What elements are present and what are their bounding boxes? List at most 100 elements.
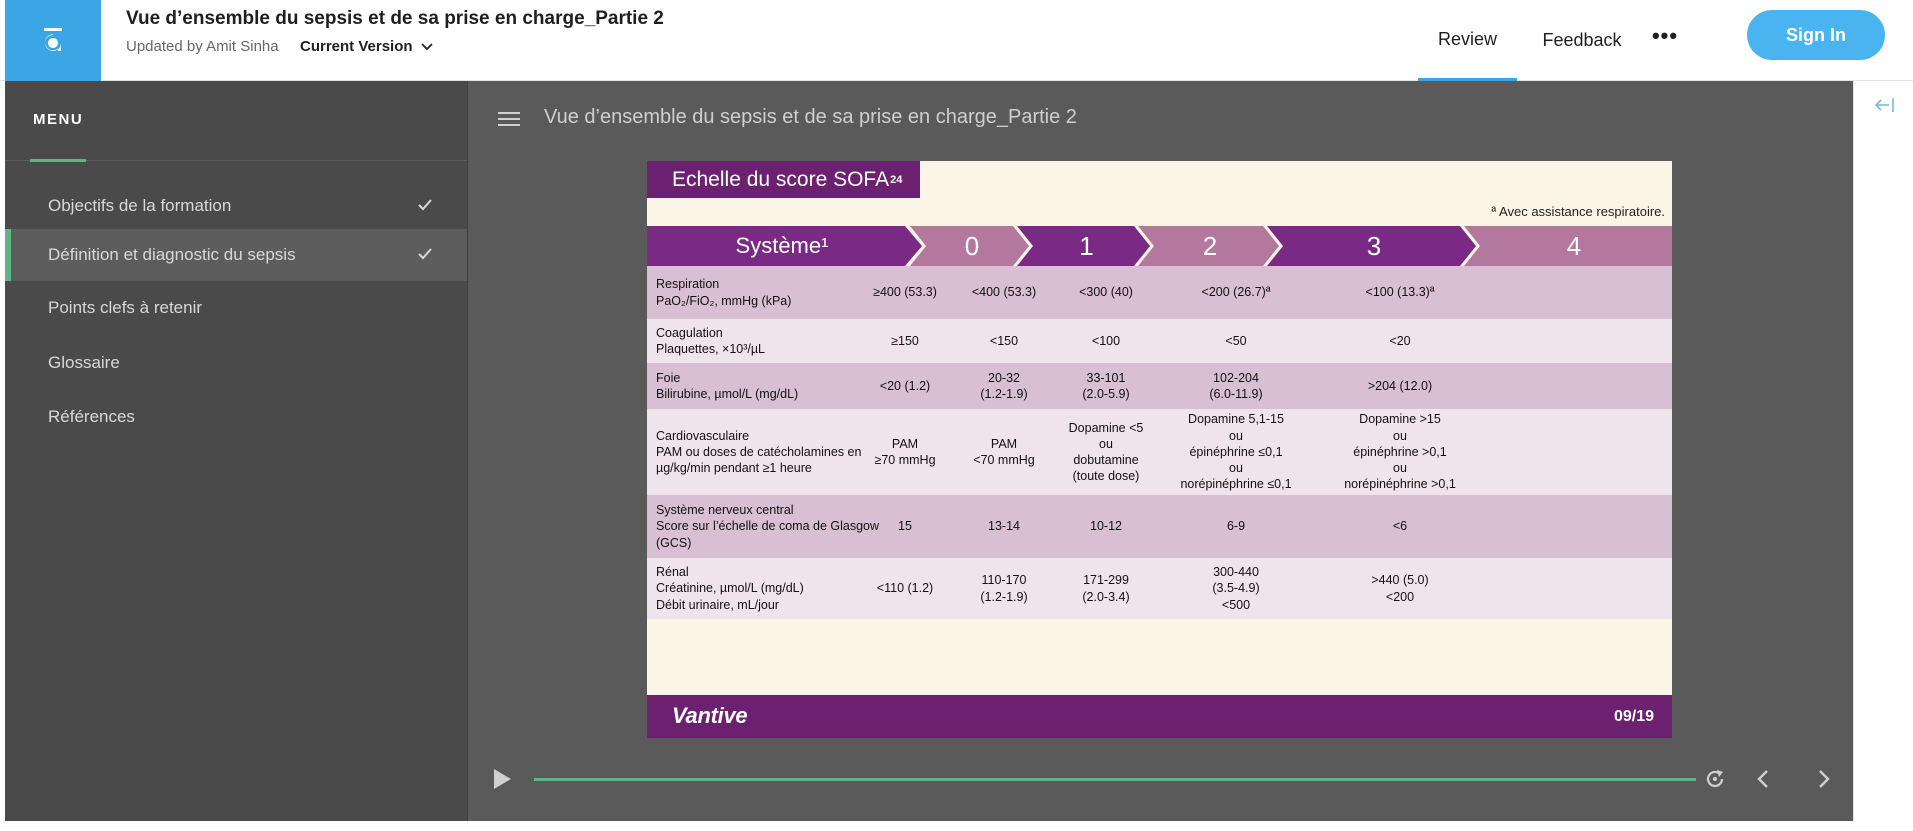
row-header: Cardiovasculaire PAM ou doses de catéchol…	[656, 428, 896, 477]
slide-title: Echelle du score SOFA 24	[647, 161, 920, 198]
table-cell-line: (toute dose)	[1072, 469, 1140, 484]
version-dropdown[interactable]: Current Version	[300, 38, 433, 55]
sidebar-item-points-clefs[interactable]: Points clefs à retenir	[5, 282, 467, 334]
table-row: Foie Bilirubine, µmol/L (mg/dL) <20 (1.2) 2…	[647, 363, 1672, 409]
table-cell-line: ou	[1099, 436, 1113, 451]
chevron-left-icon[interactable]	[1752, 767, 1776, 791]
col-header-0: 0	[964, 230, 980, 261]
bottom-strip	[0, 821, 1913, 831]
table-cell: <100 (13.3)ª	[1366, 284, 1435, 300]
top-header: Vue d’ensemble du sepsis et de sa prise …	[0, 0, 1913, 81]
checkmark-icon	[418, 199, 432, 211]
table-cell: <150	[990, 333, 1018, 349]
row-header-line: Coagulation	[656, 325, 723, 340]
table-cell-line: <500	[1221, 597, 1251, 612]
menu-header: MENU	[5, 81, 467, 162]
table-cell: <20	[1389, 333, 1410, 349]
table-cell-line: 110-170	[981, 573, 1027, 588]
table-cell-line: Dopamine >15	[1359, 412, 1441, 427]
table-cell: <110 (1.2)	[877, 580, 933, 596]
table-cell-line: Dopamine 5,1-15	[1188, 412, 1284, 427]
slide-title-text: Echelle du score SOFA	[672, 167, 890, 191]
table-row: Coagulation Plaquettes, ×10³/µL ≥150 <150 <1…	[647, 319, 1672, 363]
table-row: Cardiovasculaire PAM ou doses de catéchol…	[647, 409, 1672, 495]
app-logo[interactable]	[5, 0, 101, 81]
collapse-panel-icon[interactable]	[1872, 93, 1896, 117]
replay-icon[interactable]	[1703, 767, 1727, 791]
row-header-line: Rénal	[656, 565, 689, 580]
feedback-tab[interactable]: Feedback	[1527, 0, 1637, 81]
row-header-line: (GCS)	[656, 535, 692, 550]
table-cell: 6-9	[1227, 518, 1245, 534]
table-cell-line: <300 (40)	[1079, 285, 1133, 300]
lesson-title: Vue d’ensemble du sepsis et de sa prise …	[544, 106, 1077, 128]
sidebar-item-label: Objectifs de la formation	[48, 196, 232, 215]
checkmark-icon	[418, 248, 432, 260]
table-cell-line: <20	[1389, 333, 1411, 348]
table-cell-line: <100 (13.3)ª	[1365, 285, 1435, 300]
app-logo-icon	[44, 27, 62, 51]
table-cell-line: Dopamine <5	[1068, 420, 1144, 435]
table-cell-line: <200 (26.7)ª	[1201, 285, 1271, 300]
lesson-viewer: Vue d’ensemble du sepsis et de sa prise …	[468, 81, 1853, 821]
table-cell: ≥400 (53.3)	[873, 284, 937, 300]
table-cell-line: ou	[1229, 461, 1243, 476]
version-label: Current Version	[300, 38, 413, 55]
table-cell-line: 10-12	[1090, 519, 1122, 534]
row-header-line: µg/kg/min pendant ≥1 heure	[656, 461, 812, 476]
hamburger-menu-icon[interactable]	[498, 111, 520, 127]
sidebar-item-references[interactable]: Références	[5, 391, 467, 443]
sidebar-item-label: Points clefs à retenir	[48, 298, 203, 317]
table-cell-line: (1.2-1.9)	[980, 589, 1028, 604]
table-cell-line: <20 (1.2)	[879, 378, 931, 393]
table-cell: Dopamine 5,1-15 ou épinéphrine ≤0,1 ou norép…	[1180, 411, 1291, 492]
table-cell-line: <100	[1091, 333, 1121, 348]
table-cell-line: >440 (5.0)	[1371, 573, 1429, 588]
table-cell: 10-12	[1090, 518, 1122, 534]
table-cell: ≥150	[891, 333, 919, 349]
table-cell-line: 171-299	[1083, 573, 1129, 588]
table-cell: Dopamine <5 ou dobutamine (toute dose)	[1069, 420, 1144, 485]
table-cell: PAM ≥70 mmHg	[874, 436, 935, 469]
slide-footnote: ª Avec assistance respiratoire.	[1491, 204, 1665, 219]
table-cell: 13-14	[988, 518, 1020, 534]
table-cell-line: (2.0-3.4)	[1082, 589, 1130, 604]
sidebar-item-label: Glossaire	[48, 353, 120, 372]
menu-underline	[30, 159, 86, 162]
table-cell: >440 (5.0) <200	[1371, 572, 1428, 605]
row-header-line: Bilirubine, µmol/L (mg/dL)	[656, 387, 799, 401]
table-cell-line: <50	[1225, 333, 1247, 348]
table-cell: <100	[1092, 333, 1120, 349]
table-cell-line: <150	[989, 333, 1019, 348]
table-cell-line: >204 (12.0)	[1367, 378, 1433, 393]
table-cell: 102-204 (6.0-11.9)	[1209, 370, 1262, 403]
sidebar-item-objectifs[interactable]: Objectifs de la formation	[5, 180, 467, 232]
table-cell: >204 (12.0)	[1368, 378, 1432, 394]
review-tab[interactable]: Review	[1418, 0, 1517, 81]
table-cell: 20-32 (1.2-1.9)	[980, 370, 1027, 403]
table-cell-line: (1.2-1.9)	[980, 387, 1028, 401]
table-row: Respiration PaO₂/FiO₂, mmHg (kPa) ≥400 (53…	[647, 266, 1672, 319]
table-cell-line: <200	[1385, 589, 1415, 604]
row-header: Foie Bilirubine, µmol/L (mg/dL)	[656, 370, 896, 403]
table-cell: 300-440 (3.5-4.9) <500	[1212, 564, 1259, 613]
row-header: Coagulation Plaquettes, ×10³/µL	[656, 325, 896, 358]
progress-bar[interactable]	[534, 778, 1696, 781]
play-icon[interactable]	[490, 767, 514, 791]
menu-label: MENU	[33, 111, 84, 128]
row-header-line: Cardiovasculaire	[656, 428, 750, 443]
more-options-button[interactable]: •••	[1640, 18, 1690, 54]
row-header-line: Débit urinaire, mL/jour	[656, 597, 779, 612]
sidebar-item-label: Références	[48, 407, 135, 426]
chevron-down-icon	[420, 42, 433, 50]
table-cell-line: norépinéphrine ≤0,1	[1180, 477, 1292, 492]
sign-in-button[interactable]: Sign In	[1747, 10, 1885, 60]
slide-footer: Vantive 09/19	[647, 695, 1672, 738]
row-header-line: Plaquettes, ×10³/µL	[656, 342, 766, 356]
table-cell-line: ou	[1393, 428, 1407, 443]
chevron-right-icon[interactable]	[1811, 767, 1835, 791]
table-cell-line: PAM	[990, 436, 1018, 451]
sidebar-item-definition[interactable]: Définition et diagnostic du sepsis	[5, 229, 467, 281]
sidebar-item-glossaire[interactable]: Glossaire	[5, 337, 467, 389]
table-cell-line: (3.5-4.9)	[1212, 581, 1260, 596]
